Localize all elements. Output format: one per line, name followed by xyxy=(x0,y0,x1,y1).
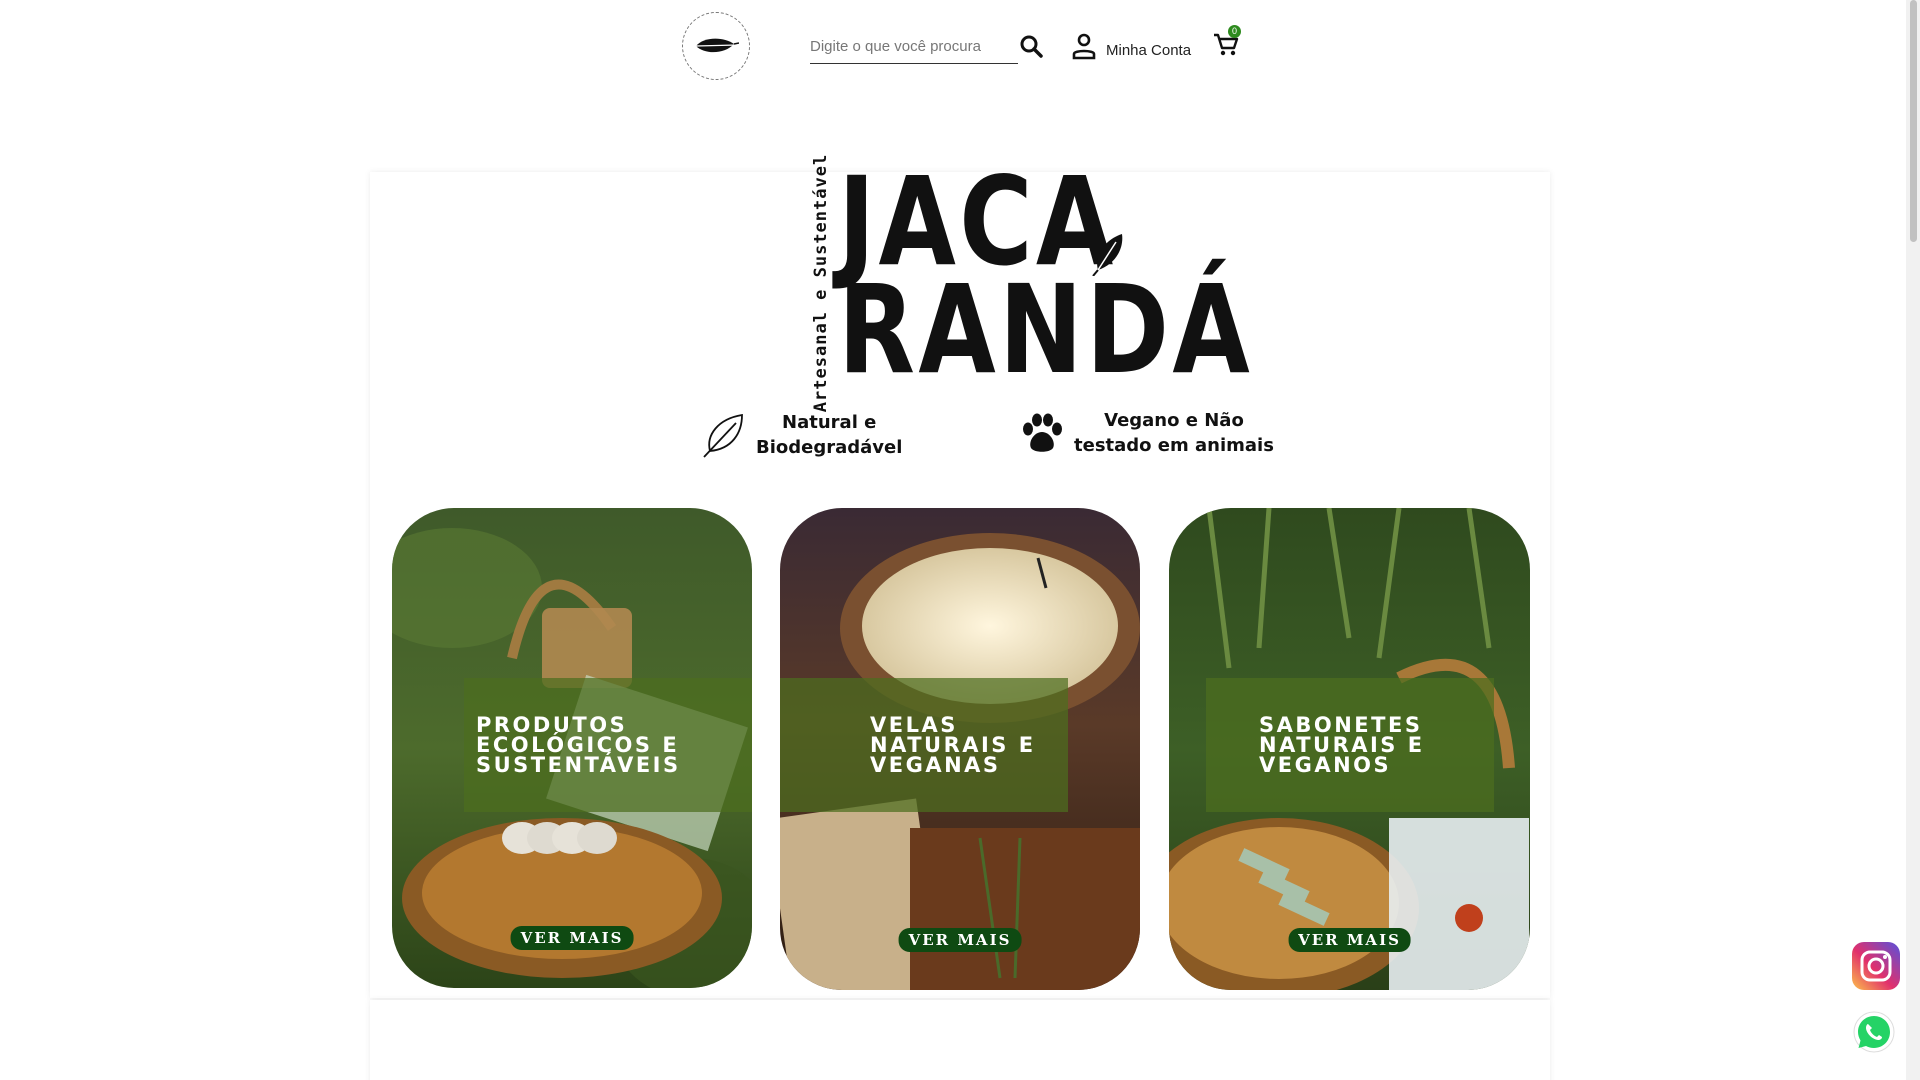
brand-tagline: Artesanal e Sustentável xyxy=(811,153,831,412)
cart-count-badge: 0 xyxy=(1228,25,1241,38)
brand-logo: JACA RANDÁ xyxy=(838,161,1254,401)
feature-vegan-text: Vegano e Não testado em animais xyxy=(1074,410,1274,456)
category-card-soaps[interactable]: Sabonetes naturais e veganos VER MAIS xyxy=(1169,508,1530,990)
category-overlay: Sabonetes naturais e veganos xyxy=(1206,678,1494,812)
category-overlay: Velas naturais e veganas xyxy=(780,678,1068,812)
user-icon xyxy=(1072,33,1096,60)
search-field[interactable] xyxy=(810,30,1018,64)
brand-name-line2: RANDÁ xyxy=(838,259,1254,401)
instagram-button[interactable] xyxy=(1852,942,1900,995)
instagram-icon xyxy=(1852,942,1900,990)
search-icon xyxy=(1020,35,1043,58)
leaf-outline-icon xyxy=(703,413,743,458)
category-title: Sabonetes naturais e veganos xyxy=(1259,713,1425,777)
feature-vegan: Vegano e Não testado em animais xyxy=(1020,408,1274,458)
ver-mais-button[interactable]: VER MAIS xyxy=(898,928,1022,952)
cart-button[interactable]: 0 xyxy=(1212,25,1244,60)
page: Minha Conta 0 Artesanal e Sustentável JA… xyxy=(0,0,1920,1080)
feature-natural-text: Natural e Biodegradável xyxy=(756,412,903,458)
whatsapp-icon xyxy=(1853,1011,1895,1053)
paw-icon xyxy=(1023,413,1062,452)
category-overlay: Produtos ecológicos e sustentáveis xyxy=(464,678,752,812)
ver-mais-button[interactable]: VER MAIS xyxy=(1288,928,1411,952)
whatsapp-button[interactable] xyxy=(1852,1010,1896,1059)
category-card-candles[interactable]: Velas naturais e veganas VER MAIS xyxy=(780,508,1140,990)
brand-leaf-icon xyxy=(1092,234,1123,276)
search-button[interactable] xyxy=(1017,32,1045,60)
scrollbar[interactable] xyxy=(1906,0,1920,1080)
account-link[interactable]: Minha Conta xyxy=(1070,30,1191,62)
site-logo[interactable] xyxy=(682,12,750,80)
next-section xyxy=(370,1000,1550,1080)
category-title: Produtos ecológicos e sustentáveis xyxy=(476,713,681,777)
category-card-ecological[interactable]: Produtos ecológicos e sustentáveis VER M… xyxy=(392,508,752,988)
search-input[interactable] xyxy=(810,30,1018,62)
scrollbar-thumb[interactable] xyxy=(1910,0,1917,242)
category-title: Velas naturais e veganas xyxy=(870,713,1036,777)
feature-natural: Natural e Biodegradável xyxy=(702,410,902,460)
account-label: Minha Conta xyxy=(1106,41,1192,59)
leaf-logo-icon xyxy=(695,38,739,53)
ver-mais-button[interactable]: VER MAIS xyxy=(510,926,634,950)
